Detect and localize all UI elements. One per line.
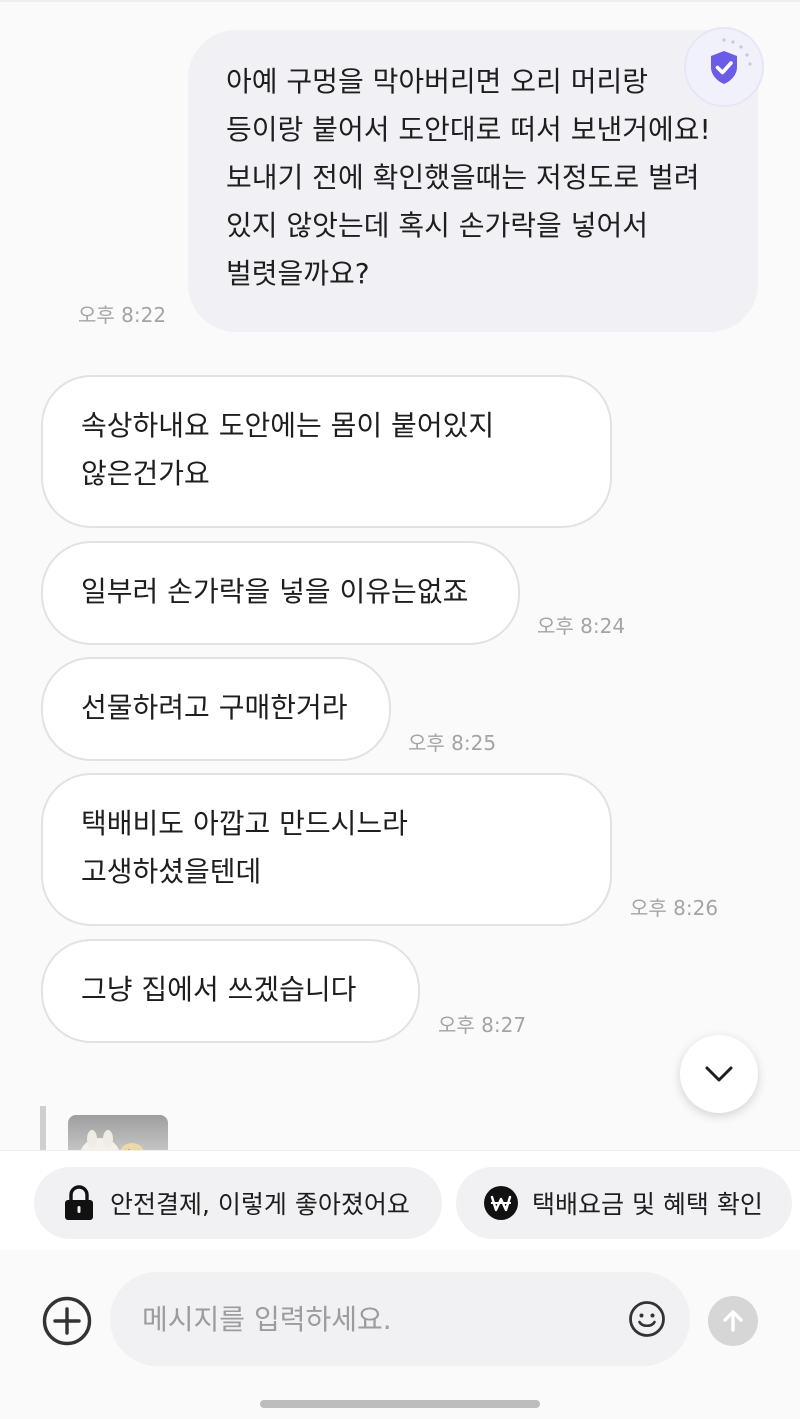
- crochet-duck-image: [80, 1130, 144, 1150]
- safe-chat-badge[interactable]: [684, 27, 764, 107]
- message-bubble-incoming[interactable]: 일부러 손가락을 넣을 이유는없죠: [41, 541, 520, 645]
- message-time: 오후 8:24: [537, 614, 626, 638]
- message-input[interactable]: [142, 1272, 602, 1366]
- lock-icon: [65, 1185, 93, 1220]
- message-bubble-incoming[interactable]: 택배비도 아깝고 만드시느라 고생하셨을텐데: [41, 773, 612, 926]
- message-time: 오후 8:27: [438, 1013, 527, 1037]
- message-bubble-incoming[interactable]: 선물하려고 구매한거라: [41, 657, 391, 761]
- plus-circle-icon: [42, 1296, 92, 1346]
- won-icon: [484, 1186, 518, 1220]
- shipping-info-chip[interactable]: 택배요금 및 혜택 확인: [456, 1167, 792, 1239]
- chevron-down-icon: [705, 1066, 733, 1082]
- safe-payment-label: 안전결제, 이렇게 좋아졌어요: [110, 1190, 410, 1219]
- send-button[interactable]: [708, 1296, 758, 1346]
- message-time: 오후 8:22: [78, 303, 167, 327]
- safe-payment-chip[interactable]: 안전결제, 이렇게 좋아졌어요: [34, 1167, 442, 1239]
- scroll-to-bottom-button[interactable]: [680, 1035, 758, 1113]
- message-bubble-incoming[interactable]: 그냥 집에서 쓰겠습니다: [41, 939, 420, 1043]
- chat-area[interactable]: 아예 구멍을 막아버리면 오리 머리랑 등이랑 붙어서 도안대로 떠서 보낸거에…: [0, 2, 800, 1150]
- attach-button[interactable]: [42, 1296, 92, 1346]
- arrow-up-icon: [723, 1310, 743, 1332]
- message-time: 오후 8:25: [408, 731, 497, 755]
- shield-check-icon: [711, 38, 752, 84]
- message-time: 오후 8:26: [630, 896, 719, 920]
- shipping-info-label: 택배요금 및 혜택 확인: [532, 1190, 763, 1219]
- product-thumbnail[interactable]: [68, 1115, 168, 1150]
- emoji-button[interactable]: [628, 1300, 666, 1338]
- message-bubble-incoming[interactable]: 속상하내요 도안에는 몸이 붙어있지 않은건가요: [41, 375, 612, 528]
- message-composer: [0, 1250, 800, 1419]
- promo-bar: 안전결제, 이렇게 좋아졌어요 택배요금 및 혜택 확인: [0, 1150, 800, 1251]
- message-bubble-outgoing[interactable]: 아예 구멍을 막아버리면 오리 머리랑 등이랑 붙어서 도안대로 떠서 보낸거에…: [188, 30, 758, 332]
- message-input-wrapper: [110, 1272, 690, 1366]
- home-indicator: [260, 1400, 540, 1408]
- smiley-icon: [629, 1301, 665, 1337]
- reply-indicator: [40, 1106, 46, 1150]
